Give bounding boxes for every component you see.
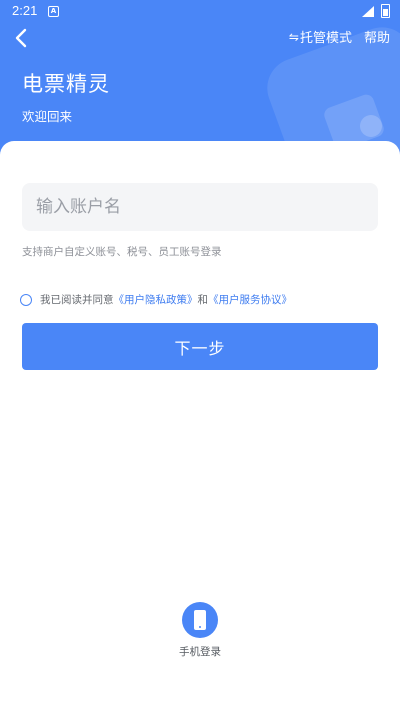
hosting-mode-label: 托管模式 xyxy=(299,31,352,46)
header-actions: ⇋ 托管模式 帮助 xyxy=(288,27,390,47)
hosting-mode-button[interactable]: ⇋ 托管模式 xyxy=(288,27,352,47)
service-agreement-link[interactable]: 《用户服务协议》 xyxy=(208,292,292,307)
app-title: 电票精灵 xyxy=(22,72,110,96)
privacy-policy-link[interactable]: 《用户隐私政策》 xyxy=(114,292,198,307)
back-icon[interactable] xyxy=(10,26,34,50)
account-name-input[interactable] xyxy=(22,183,378,231)
help-button[interactable]: 帮助 xyxy=(364,27,390,46)
agreement-conjunction: 和 xyxy=(197,294,209,306)
phone-login-circle[interactable] xyxy=(182,602,218,638)
agreement-prefix: 我已阅读并同意 xyxy=(40,294,114,306)
login-screen: 2:21 A ⇋ 托管模式 帮助 电票精灵 欢迎回来 支持商户自定义账号、税号、… xyxy=(0,0,400,712)
decorative-user-icon xyxy=(360,115,382,137)
battery-icon xyxy=(381,4,390,18)
signal-icon xyxy=(362,6,374,17)
notification-icon: A xyxy=(48,6,59,17)
phone-login-label: 手机登录 xyxy=(179,646,221,658)
mobile-phone-icon xyxy=(194,610,206,630)
phone-login-button[interactable]: 手机登录 xyxy=(170,602,230,659)
account-hint: 支持商户自定义账号、税号、员工账号登录 xyxy=(22,246,222,258)
agreement-row: 我已阅读并同意 《用户隐私政策》 和 《用户服务协议》 xyxy=(20,292,292,307)
agreement-radio[interactable] xyxy=(20,293,32,306)
welcome-subtitle: 欢迎回来 xyxy=(22,109,73,124)
swap-icon: ⇋ xyxy=(288,29,299,44)
next-step-button[interactable]: 下一步 xyxy=(22,323,378,370)
status-time: 2:21 xyxy=(12,3,38,18)
status-bar: 2:21 A xyxy=(0,0,400,24)
